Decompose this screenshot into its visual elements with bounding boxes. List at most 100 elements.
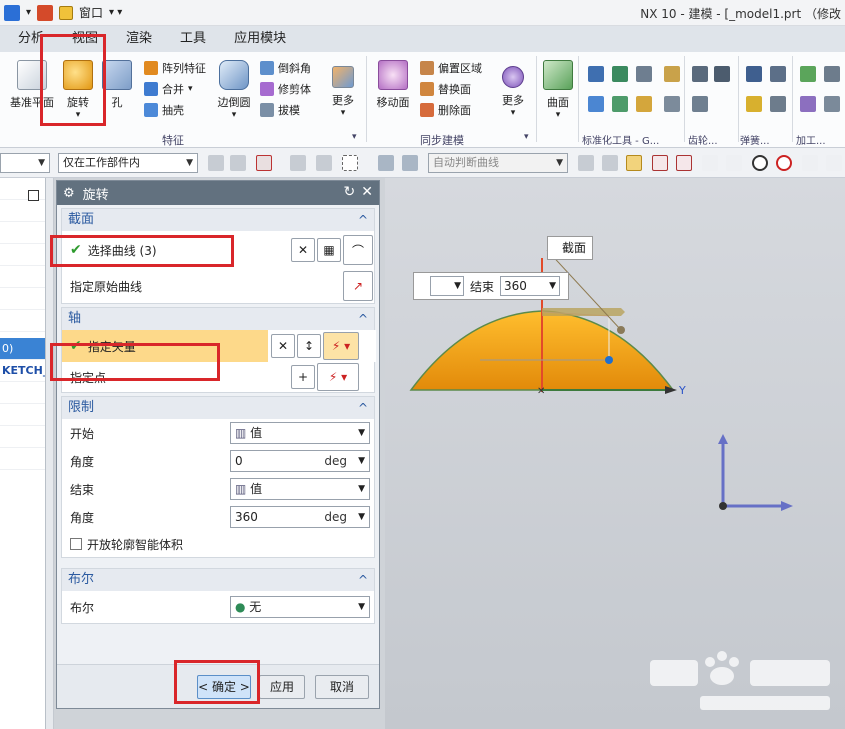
line-snap-icon[interactable] xyxy=(652,155,668,171)
pattern-feature-button[interactable]: 阵列特征 xyxy=(144,60,206,76)
sync-more-button[interactable]: 更多 ▾ xyxy=(496,60,530,118)
point-dialog-icon[interactable]: + xyxy=(291,365,315,389)
axis-header[interactable]: 轴 ^ xyxy=(62,308,374,330)
type-filter-dropdown[interactable]: ▼ xyxy=(0,153,50,173)
reverse-direction-icon[interactable]: ✕ xyxy=(291,238,315,262)
select-tool-icon[interactable] xyxy=(578,155,594,171)
draft-button[interactable]: 拔模 xyxy=(260,102,300,118)
section-tag[interactable]: 截面 xyxy=(547,236,593,260)
line-snap-icon[interactable] xyxy=(676,155,692,171)
spring-tool-icon[interactable] xyxy=(770,96,786,112)
menu-dropdown-icon[interactable]: ▾ ▾ xyxy=(109,7,122,18)
boolean-dropdown[interactable]: ● 无 ▼ xyxy=(230,596,370,618)
machining-tool-icon[interactable] xyxy=(824,96,840,112)
tab-render[interactable]: 渲染 xyxy=(112,26,166,52)
dropdown-icon[interactable]: ▾ xyxy=(26,7,31,18)
select-tool-icon[interactable] xyxy=(208,155,224,171)
tool-icon[interactable] xyxy=(664,66,680,82)
start-type-dropdown[interactable]: ▥ 值 ▼ xyxy=(230,422,370,444)
list-item[interactable] xyxy=(0,244,45,266)
gear-tool-icon[interactable] xyxy=(692,66,708,82)
quadrant-snap-icon[interactable] xyxy=(776,155,792,171)
limits-header[interactable]: 限制 ^ xyxy=(62,397,374,419)
sketch-section-icon[interactable]: ⌒ xyxy=(343,235,373,265)
collapse-icon[interactable]: ^ xyxy=(358,397,368,419)
limit-type-dropdown[interactable]: ▼ xyxy=(430,276,464,296)
machining-tool-icon[interactable] xyxy=(800,66,816,82)
section-header[interactable]: 截面 ^ xyxy=(62,209,374,231)
window-menu[interactable]: 窗口 xyxy=(79,4,103,21)
select-tool-icon[interactable] xyxy=(290,155,306,171)
spring-tool-icon[interactable] xyxy=(770,66,786,82)
tool-icon[interactable] xyxy=(636,96,652,112)
snap-icon[interactable] xyxy=(626,155,642,171)
specify-origin-curve-row[interactable]: 指定原始曲线 ↗ xyxy=(62,269,374,303)
replace-face-button[interactable]: 替换面 xyxy=(420,81,471,97)
origin-curve-icon[interactable]: ↗ xyxy=(343,271,373,301)
collapse-icon[interactable]: ^ xyxy=(358,308,368,330)
offset-region-button[interactable]: 偏置区域 xyxy=(420,60,482,76)
section-point-handle[interactable] xyxy=(605,356,613,364)
tool-icon[interactable] xyxy=(636,66,652,82)
select-tool-icon[interactable] xyxy=(402,155,418,171)
apply-button[interactable]: 应用 xyxy=(259,675,305,699)
features-more-button[interactable]: 更多 ▾ xyxy=(326,60,360,118)
cancel-button[interactable]: 取消 xyxy=(315,675,369,699)
list-item[interactable]: KETCH_ xyxy=(0,360,45,382)
delete-face-button[interactable]: 删除面 xyxy=(420,102,471,118)
chamfer-button[interactable]: 倒斜角 xyxy=(260,60,311,76)
move-face-button[interactable]: 移动面 xyxy=(374,60,412,110)
boolean-header[interactable]: 布尔 ^ xyxy=(62,569,374,591)
list-item[interactable] xyxy=(0,382,45,404)
tab-app-modules[interactable]: 应用模块 xyxy=(220,26,300,52)
select-tool-icon[interactable] xyxy=(602,155,618,171)
tool-icon[interactable] xyxy=(664,96,680,112)
end-angle-input[interactable]: 360 deg ▼ xyxy=(230,506,370,528)
open-profile-row[interactable]: 开放轮廓智能体积 xyxy=(62,531,374,557)
vector-dialog-icon[interactable]: ↕ xyxy=(297,334,321,358)
select-tool-icon[interactable] xyxy=(378,155,394,171)
tool-icon[interactable] xyxy=(588,96,604,112)
inferred-point-icon[interactable]: ⚡ ▾ xyxy=(317,363,359,391)
spring-tool-icon[interactable] xyxy=(746,66,762,82)
sync-expand-icon[interactable]: ▾ xyxy=(524,132,529,142)
reset-icon[interactable]: ↻ xyxy=(344,184,356,200)
group-expand-icon[interactable]: ▾ xyxy=(352,132,357,142)
crosshair-icon[interactable] xyxy=(802,155,818,171)
shell-button[interactable]: 抽壳 xyxy=(144,102,184,118)
list-item[interactable] xyxy=(0,266,45,288)
list-item[interactable] xyxy=(0,426,45,448)
open-profile-checkbox[interactable] xyxy=(70,538,82,550)
window-icon[interactable] xyxy=(59,5,74,20)
spring-tool-icon[interactable] xyxy=(746,96,762,112)
curve-rule-icon[interactable]: ▦ xyxy=(317,238,341,262)
curve-snap-icon[interactable] xyxy=(702,155,718,171)
list-item[interactable] xyxy=(0,288,45,310)
machining-tool-icon[interactable] xyxy=(824,66,840,82)
list-item[interactable] xyxy=(0,404,45,426)
edge-blend-button[interactable]: 边倒圆 ▾ xyxy=(214,60,254,120)
snap-point-icon[interactable] xyxy=(256,155,272,171)
select-tool-icon[interactable] xyxy=(230,155,246,171)
collapse-icon[interactable]: ^ xyxy=(358,209,368,231)
more-snap-icon[interactable] xyxy=(826,155,842,171)
select-tool-icon[interactable] xyxy=(316,155,332,171)
close-icon[interactable]: ✕ xyxy=(361,184,373,200)
gear-tool-icon[interactable] xyxy=(714,66,730,82)
machining-tool-icon[interactable] xyxy=(800,96,816,112)
brush-icon[interactable] xyxy=(37,4,54,21)
curve-rule-dropdown[interactable]: 自动判断曲线 ▼ xyxy=(428,153,568,173)
gear-tool-icon[interactable] xyxy=(692,96,708,112)
start-angle-input[interactable]: 0 deg ▼ xyxy=(230,450,370,472)
tool-icon[interactable] xyxy=(612,66,628,82)
end-type-dropdown[interactable]: ▥ 值 ▼ xyxy=(230,478,370,500)
list-item[interactable]: 0) xyxy=(0,338,45,360)
list-item[interactable] xyxy=(0,200,45,222)
reverse-vector-icon[interactable]: ✕ xyxy=(271,334,295,358)
scope-dropdown[interactable]: 仅在工作部件内 ▼ xyxy=(58,153,198,173)
list-item[interactable] xyxy=(0,448,45,470)
save-icon[interactable] xyxy=(4,4,20,21)
end-onscreen-input[interactable]: 360 ▼ xyxy=(500,276,561,296)
collapse-icon[interactable]: ^ xyxy=(358,569,368,591)
end-limit-drag-handle[interactable] xyxy=(542,308,625,316)
